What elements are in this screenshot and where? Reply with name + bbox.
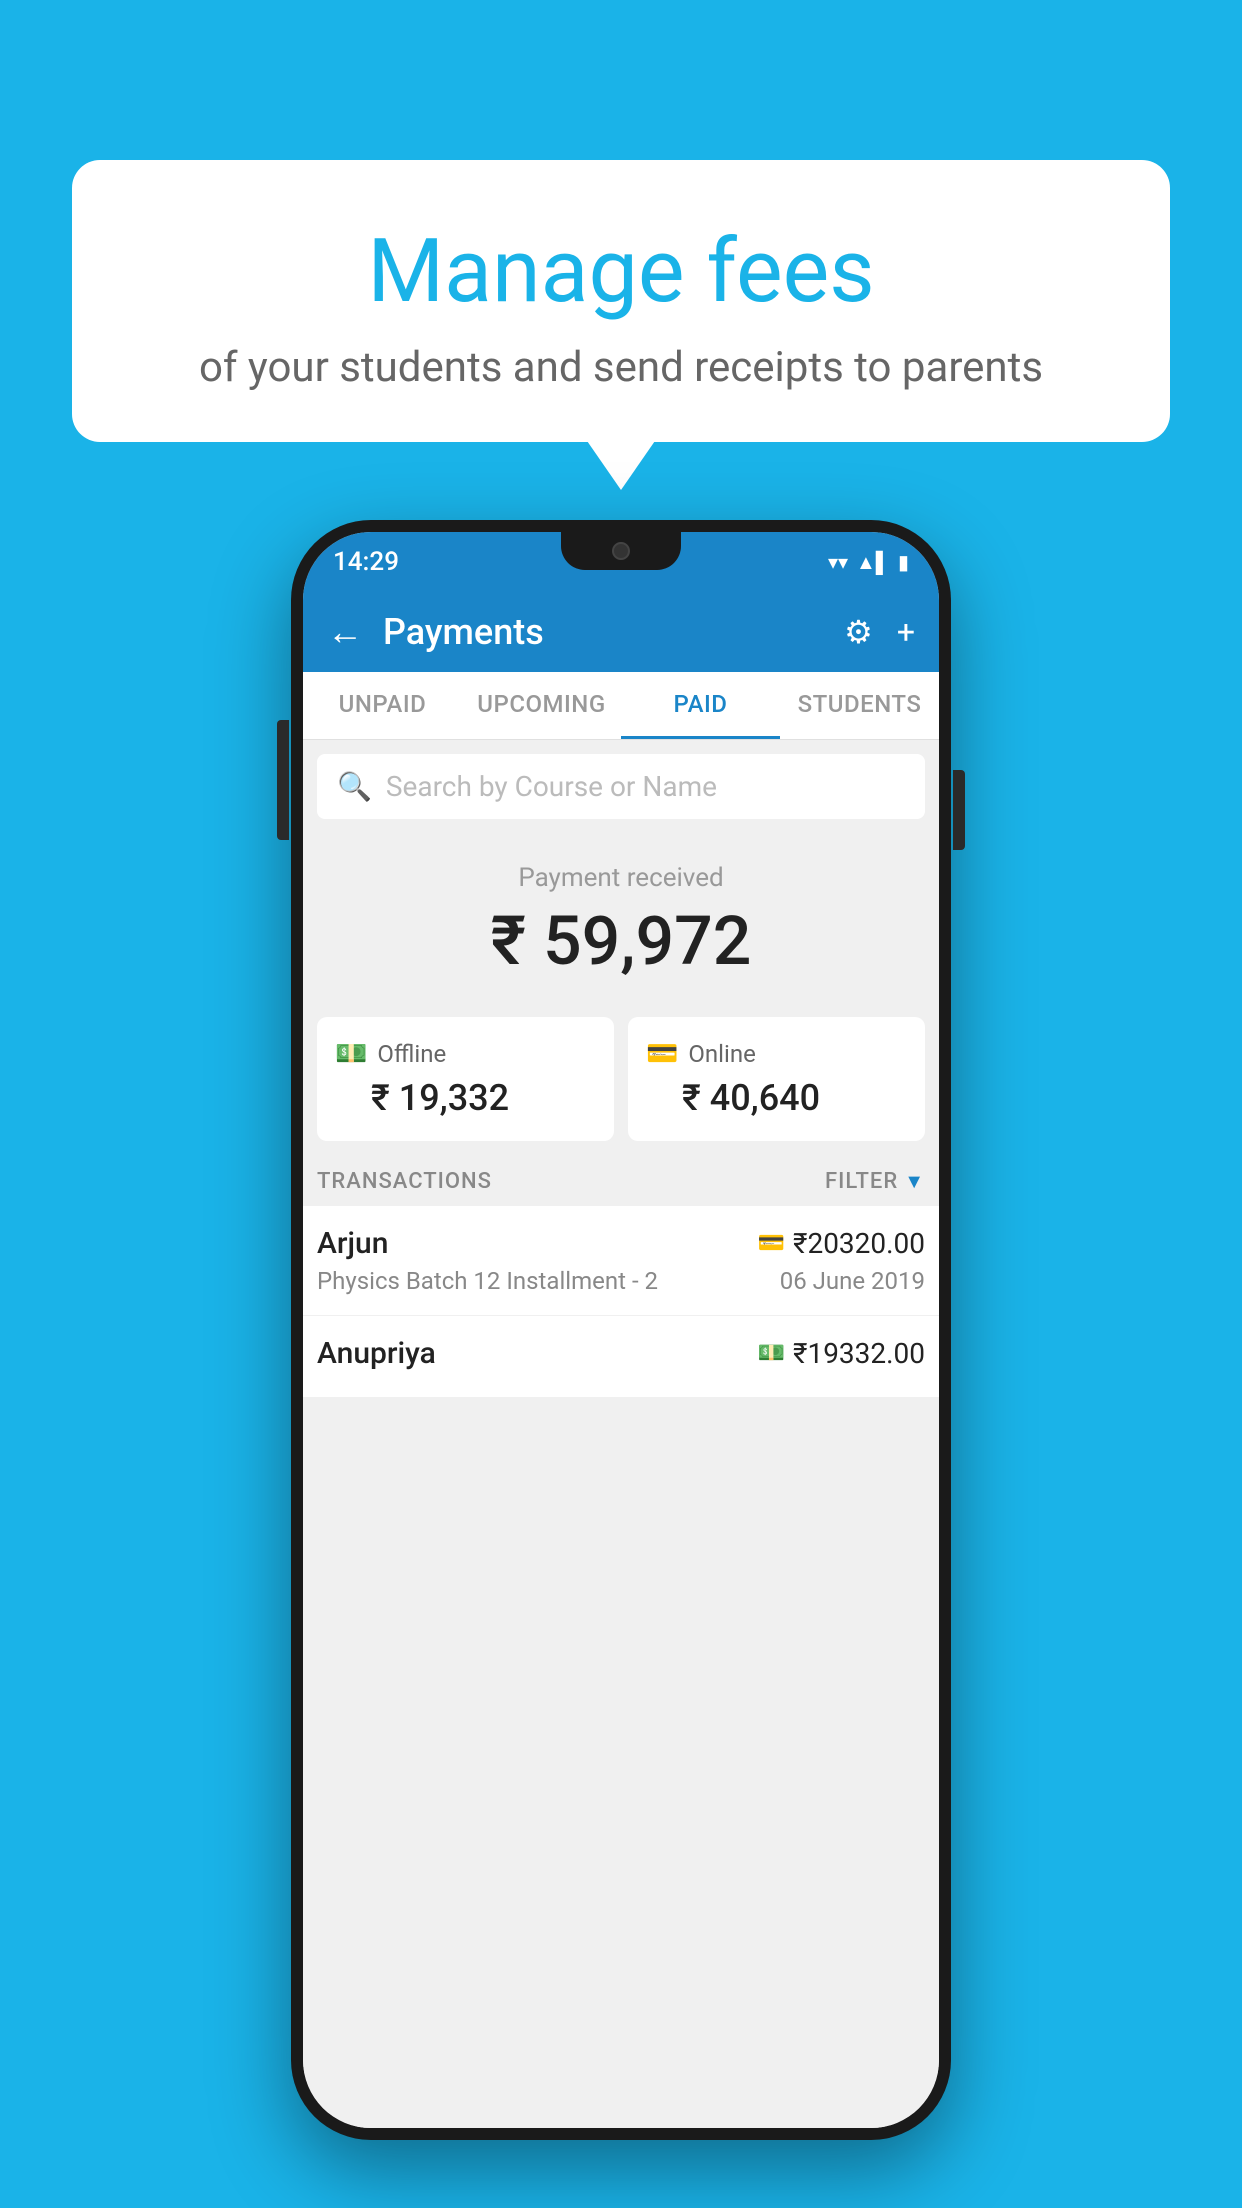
cash-icon: 💵 bbox=[335, 1039, 367, 1069]
status-time: 14:29 bbox=[333, 547, 399, 577]
transaction-row[interactable]: Arjun 💳 ₹20320.00 Physics Batch 12 Insta… bbox=[303, 1206, 939, 1316]
transaction-top: Arjun 💳 ₹20320.00 bbox=[317, 1226, 925, 1261]
transaction-amount: ₹20320.00 bbox=[793, 1227, 925, 1260]
transaction-date: 06 June 2019 bbox=[780, 1267, 925, 1295]
signal-icon: ▲▌ bbox=[856, 550, 890, 575]
card-icon: 💳 bbox=[646, 1039, 678, 1069]
status-icons: ▾▾ ▲▌ ▮ bbox=[828, 550, 909, 575]
search-placeholder: Search by Course or Name bbox=[386, 770, 717, 803]
transaction-top: Anupriya 💵 ₹19332.00 bbox=[317, 1336, 925, 1371]
filter-icon: ▼ bbox=[904, 1169, 925, 1194]
payment-received-section: Payment received ₹ 59,972 bbox=[303, 833, 939, 1001]
transactions-label: TRANSACTIONS bbox=[317, 1169, 492, 1194]
payment-total-amount: ₹ 59,972 bbox=[323, 901, 919, 981]
transaction-bottom: Physics Batch 12 Installment - 2 06 June… bbox=[317, 1267, 925, 1295]
filter-button[interactable]: FILTER ▼ bbox=[825, 1169, 925, 1194]
tab-unpaid[interactable]: UNPAID bbox=[303, 672, 462, 739]
payment-received-label: Payment received bbox=[323, 863, 919, 893]
offline-card: 💵 Offline ₹ 19,332 bbox=[317, 1017, 614, 1141]
transaction-mode-icon: 💵 bbox=[758, 1341, 785, 1366]
tab-students[interactable]: STUDENTS bbox=[780, 672, 939, 739]
phone-screen: 14:29 ▾▾ ▲▌ ▮ ← Payments ⚙ + UNPAID UPCO… bbox=[303, 532, 939, 2128]
transactions-list: Arjun 💳 ₹20320.00 Physics Batch 12 Insta… bbox=[303, 1206, 939, 1398]
transaction-name: Arjun bbox=[317, 1226, 388, 1261]
back-button[interactable]: ← bbox=[327, 611, 363, 653]
speech-bubble-subtitle: of your students and send receipts to pa… bbox=[112, 343, 1130, 392]
search-bar[interactable]: 🔍 Search by Course or Name bbox=[317, 754, 925, 819]
offline-label: Offline bbox=[377, 1040, 446, 1068]
transaction-amount-wrap: 💳 ₹20320.00 bbox=[758, 1227, 925, 1260]
app-header: ← Payments ⚙ + bbox=[303, 592, 939, 672]
phone-notch bbox=[561, 532, 681, 570]
transaction-name: Anupriya bbox=[317, 1336, 436, 1371]
online-card-header: 💳 Online bbox=[646, 1039, 907, 1069]
offline-amount: ₹ 19,332 bbox=[371, 1077, 596, 1119]
phone-device: 14:29 ▾▾ ▲▌ ▮ ← Payments ⚙ + UNPAID UPCO… bbox=[291, 520, 951, 2140]
transactions-header: TRANSACTIONS FILTER ▼ bbox=[303, 1157, 939, 1206]
tab-paid[interactable]: PAID bbox=[621, 672, 780, 739]
tab-upcoming[interactable]: UPCOMING bbox=[462, 672, 621, 739]
transaction-course: Physics Batch 12 Installment - 2 bbox=[317, 1267, 658, 1295]
header-icons: ⚙ + bbox=[844, 613, 915, 651]
payment-cards-row: 💵 Offline ₹ 19,332 💳 Online ₹ 40,640 bbox=[303, 1001, 939, 1157]
transaction-mode-icon: 💳 bbox=[758, 1231, 785, 1256]
settings-button[interactable]: ⚙ bbox=[844, 613, 873, 651]
transaction-amount-wrap: 💵 ₹19332.00 bbox=[758, 1337, 925, 1370]
speech-bubble-title: Manage fees bbox=[112, 220, 1130, 323]
camera-dot bbox=[612, 542, 630, 560]
battery-icon: ▮ bbox=[898, 550, 909, 574]
online-amount: ₹ 40,640 bbox=[682, 1077, 907, 1119]
speech-bubble: Manage fees of your students and send re… bbox=[72, 160, 1170, 442]
transaction-amount: ₹19332.00 bbox=[793, 1337, 925, 1370]
add-button[interactable]: + bbox=[897, 613, 915, 651]
content-area: 🔍 Search by Course or Name Payment recei… bbox=[303, 740, 939, 2128]
transaction-row[interactable]: Anupriya 💵 ₹19332.00 bbox=[303, 1316, 939, 1398]
search-icon: 🔍 bbox=[337, 770, 372, 803]
online-label: Online bbox=[688, 1040, 755, 1068]
offline-card-header: 💵 Offline bbox=[335, 1039, 596, 1069]
online-card: 💳 Online ₹ 40,640 bbox=[628, 1017, 925, 1141]
page-title: Payments bbox=[383, 611, 844, 653]
wifi-icon: ▾▾ bbox=[828, 550, 848, 574]
tabs-bar: UNPAID UPCOMING PAID STUDENTS bbox=[303, 672, 939, 740]
